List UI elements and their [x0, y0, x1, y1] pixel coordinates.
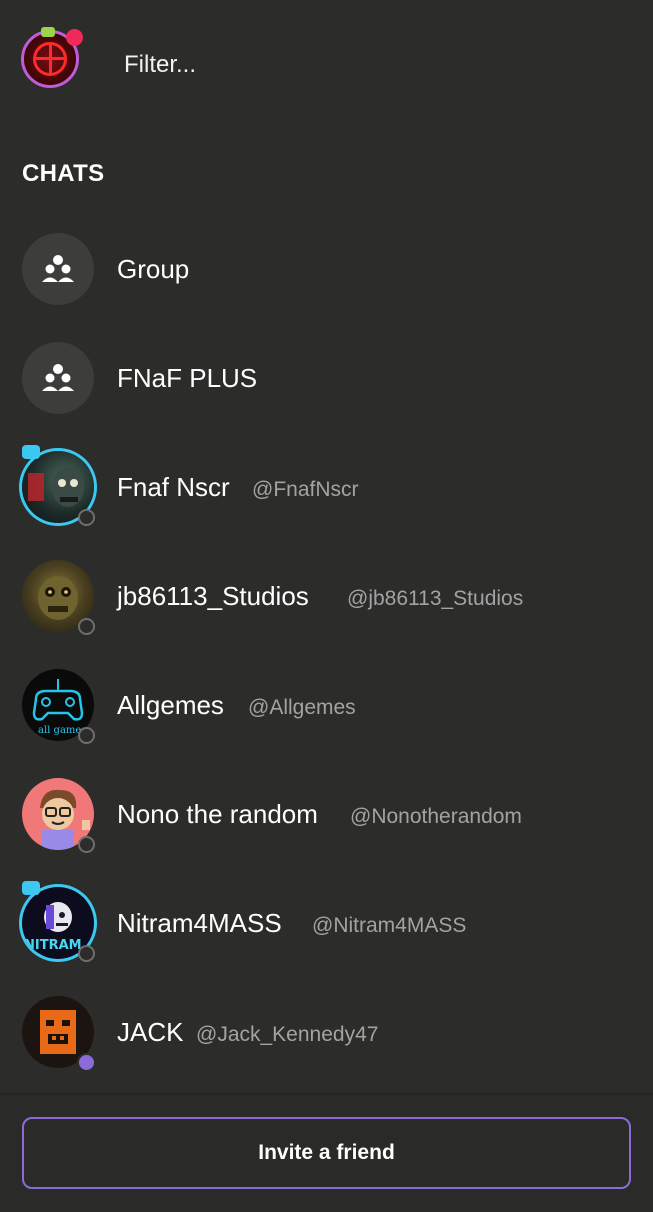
status-indicator: [78, 618, 95, 635]
chat-name: Nono the random: [117, 799, 318, 829]
chat-name: Nitram4MASS: [117, 908, 282, 938]
status-indicator: [78, 509, 95, 526]
notification-dot: [66, 29, 83, 46]
footer: Invite a friend: [0, 1093, 653, 1212]
status-indicator: [78, 727, 95, 744]
chat-handle: @FnafNscr: [252, 478, 359, 501]
chat-handle: @jb86113_Studios: [347, 587, 524, 610]
chat-item-allgemes[interactable]: all games Allgemes @Allgemes: [0, 651, 653, 759]
app: CHATS Group: [0, 0, 653, 1212]
header: [0, 0, 653, 130]
chat-name: JACK: [117, 1017, 184, 1047]
group-avatar: [22, 233, 94, 305]
chat-handle: @Nonotherandom: [350, 805, 522, 828]
badge-icon: [22, 445, 40, 459]
chat-handle: @Nitram4MASS: [312, 914, 467, 937]
chat-name: Fnaf Nscr: [117, 472, 230, 502]
status-indicator-online: [77, 1053, 96, 1072]
chat-item-fnaf-plus[interactable]: FNaF PLUS: [0, 324, 653, 432]
chat-name: Group: [117, 254, 190, 284]
chat-item-jack[interactable]: JACK @Jack_Kennedy47: [0, 978, 653, 1086]
group-icon: [42, 364, 74, 391]
chat-name: FNaF PLUS: [117, 363, 258, 393]
chat-name: Allgemes: [117, 690, 224, 720]
chat-handle: @Allgemes: [248, 696, 356, 719]
badge-icon: [41, 27, 55, 37]
chat-item-fnaf-nscr[interactable]: Fnaf Nscr @FnafNscr: [0, 433, 653, 541]
status-indicator: [78, 836, 95, 853]
chat-item-nono-the-random[interactable]: Nono the random @Nonotherandom: [0, 760, 653, 868]
group-avatar: [22, 342, 94, 414]
status-indicator: [78, 945, 95, 962]
chat-name: jb86113_Studios: [117, 581, 309, 611]
svg-text:NITRAM: NITRAM: [24, 938, 82, 953]
chat-item-group[interactable]: Group: [0, 215, 653, 323]
filter-input[interactable]: [124, 46, 604, 84]
chat-handle: @Jack_Kennedy47: [196, 1023, 379, 1046]
section-title: CHATS: [22, 160, 105, 187]
chat-item-nitram4mass[interactable]: NITRAM Nitram4MASS @Nitram4MASS: [0, 869, 653, 977]
group-icon: [42, 255, 74, 282]
chat-item-jb86113-studios[interactable]: jb86113_Studios @jb86113_Studios: [0, 542, 653, 650]
invite-friend-button[interactable]: Invite a friend: [22, 1117, 631, 1189]
badge-icon: [22, 881, 40, 895]
